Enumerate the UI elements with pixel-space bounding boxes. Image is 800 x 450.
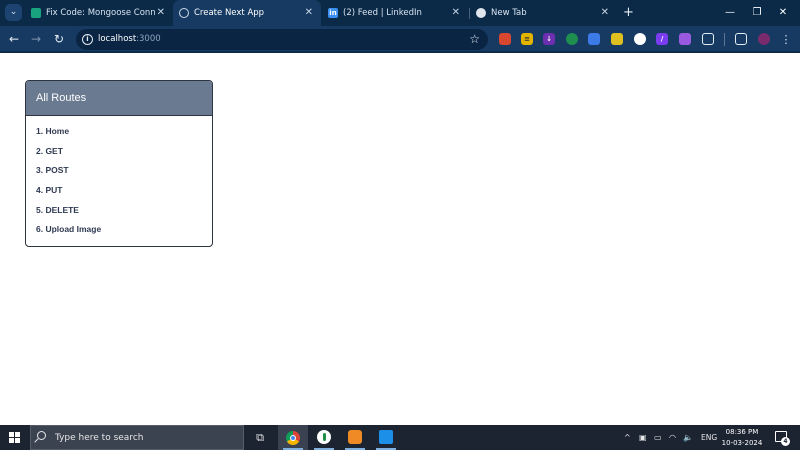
bookmark-star-icon[interactable]: ☆ (469, 29, 480, 49)
clock-date: 10-03-2024 (721, 438, 763, 447)
battery-icon[interactable]: ▭ (654, 425, 662, 450)
extension-white-icon[interactable] (634, 33, 646, 45)
extension-green-icon[interactable] (566, 33, 578, 45)
tab-title: New Tab (491, 8, 527, 18)
sublime-text-icon (348, 430, 362, 444)
windows-start-icon[interactable] (9, 432, 20, 443)
extension-red-icon[interactable] (499, 33, 511, 45)
reload-icon[interactable]: ↻ (51, 26, 67, 53)
tab-search-icon[interactable]: ⌄ (5, 4, 22, 21)
extension-yellow-box-icon[interactable] (611, 33, 623, 45)
chrome-icon (476, 8, 486, 18)
tab-title: Fix Code: Mongoose Connectio (46, 8, 156, 18)
mongodb-leaf (323, 433, 326, 441)
back-arrow-icon[interactable]: ← (6, 26, 22, 53)
routes-card: All Routes 1. Home 2. GET 3. POST 4. PUT… (25, 80, 213, 247)
wifi-icon[interactable]: ◠ (669, 425, 676, 450)
new-tab-plus-icon[interactable]: + (623, 0, 634, 26)
windows-taskbar: Type here to search ⧉ ^ ▣ ▭ ◠ 🔈 ENG 08:3… (0, 425, 800, 450)
task-view-icon[interactable]: ⧉ (245, 425, 275, 450)
page-viewport: All Routes 1. Home 2. GET 3. POST 4. PUT… (0, 55, 800, 425)
chatgpt-icon (31, 8, 41, 18)
card-title: All Routes (26, 81, 212, 116)
taskbar-mongodb-app[interactable] (309, 425, 339, 450)
address-bar[interactable]: i localhost:3000 ☆ (76, 29, 488, 50)
url-text: localhost:3000 (98, 29, 161, 50)
tab-new-tab[interactable]: New Tab ✕ (470, 0, 617, 26)
minimize-icon[interactable]: — (720, 0, 740, 26)
route-upload-image-link[interactable]: 6. Upload Image (26, 223, 212, 243)
tab-chatgpt[interactable]: Fix Code: Mongoose Connectio ✕ (25, 0, 173, 26)
close-icon[interactable]: ✕ (157, 0, 165, 26)
url-port: :3000 (136, 34, 161, 44)
clock-time: 08:36 PM (725, 428, 759, 436)
more-menu-icon[interactable]: ⋮ (778, 26, 794, 53)
globe-icon (179, 8, 189, 18)
extension-purple-icon[interactable]: / (656, 33, 668, 45)
route-post-link[interactable]: 3. POST (26, 164, 212, 184)
tab-strip: ⌄ Fix Code: Mongoose Connectio ✕ Create … (0, 0, 800, 26)
side-panel-icon[interactable] (735, 33, 747, 45)
taskbar-search-input[interactable]: Type here to search (30, 425, 244, 450)
taskbar-vscode-app[interactable] (371, 425, 401, 450)
tab-linkedin[interactable]: in (2) Feed | LinkedIn ✕ (322, 0, 468, 26)
tab-title: Create Next App (194, 8, 265, 18)
route-put-link[interactable]: 4. PUT (26, 184, 212, 204)
profile-avatar[interactable] (758, 33, 770, 45)
tab-create-next-app[interactable]: Create Next App ✕ (173, 0, 321, 26)
restore-icon[interactable]: ❐ (747, 0, 767, 26)
site-info-icon[interactable]: i (82, 34, 93, 45)
taskbar-sublime-app[interactable] (340, 425, 370, 450)
volume-icon[interactable]: 🔈 (683, 425, 693, 450)
notification-count-badge: 4 (781, 437, 790, 446)
close-icon[interactable]: ✕ (305, 0, 313, 26)
linkedin-icon: in (328, 8, 338, 18)
forward-arrow-icon[interactable]: → (28, 26, 44, 53)
window-close-icon[interactable]: ✕ (773, 0, 793, 26)
search-placeholder: Type here to search (55, 433, 144, 443)
vscode-icon (379, 430, 393, 444)
toolbar-divider (724, 33, 725, 46)
extension-violet-icon[interactable] (679, 33, 691, 45)
taskbar-chrome-app[interactable] (278, 425, 308, 450)
route-get-link[interactable]: 2. GET (26, 145, 212, 165)
route-home-link[interactable]: 1. Home (26, 125, 212, 145)
browser-toolbar: ← → ↻ i localhost:3000 ☆ ≡ ↓ / ⋮ (0, 26, 800, 53)
route-delete-link[interactable]: 5. DELETE (26, 204, 212, 224)
show-hidden-icons-chevron-icon[interactable]: ^ (624, 425, 631, 450)
extension-download-icon[interactable]: ↓ (543, 33, 555, 45)
tab-title: (2) Feed | LinkedIn (343, 8, 422, 18)
extensions-puzzle-icon[interactable] (702, 33, 714, 45)
route-list: 1. Home 2. GET 3. POST 4. PUT 5. DELETE … (26, 116, 212, 243)
url-host: localhost (98, 34, 137, 44)
chrome-center (290, 435, 296, 441)
search-icon (37, 431, 46, 440)
tray-app-icon[interactable]: ▣ (639, 425, 647, 450)
extension-blue-icon[interactable] (588, 33, 600, 45)
close-icon[interactable]: ✕ (601, 0, 609, 26)
close-icon[interactable]: ✕ (452, 0, 460, 26)
extension-yellow-icon[interactable]: ≡ (521, 33, 533, 45)
taskbar-clock[interactable]: 08:36 PM 10-03-2024 (716, 427, 768, 448)
language-indicator[interactable]: ENG (701, 425, 717, 450)
